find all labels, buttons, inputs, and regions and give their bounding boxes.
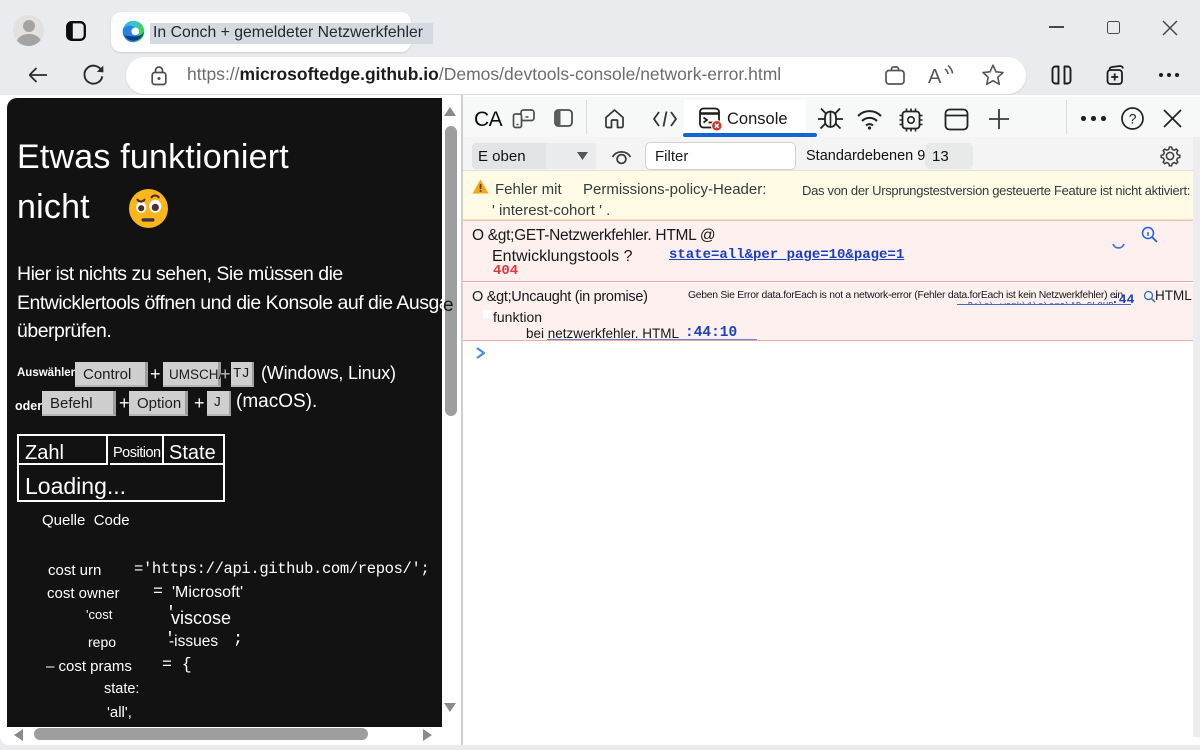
svg-text:?: ? [1129,111,1137,127]
svg-text:A: A [928,66,942,87]
